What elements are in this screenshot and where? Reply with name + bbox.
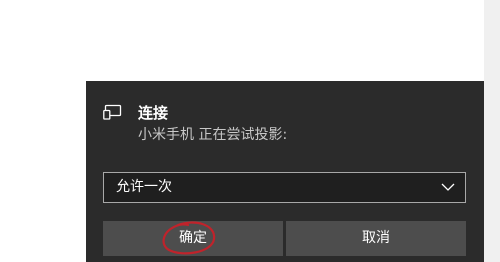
notification-message: 小米手机 正在尝试投影: <box>138 127 288 143</box>
cast-device-icon <box>103 104 122 120</box>
permission-dropdown[interactable]: 允许一次 <box>103 172 466 203</box>
confirm-button[interactable]: 确定 <box>103 221 283 256</box>
cancel-button[interactable]: 取消 <box>286 221 466 256</box>
notification-title: 连接 <box>138 104 169 122</box>
background-strip <box>484 0 500 262</box>
connect-notification: 连接 小米手机 正在尝试投影: 允许一次 确定 取消 <box>86 81 484 262</box>
dropdown-selected-value: 允许一次 <box>116 179 172 195</box>
chevron-down-icon <box>441 183 455 191</box>
screen: 连接 小米手机 正在尝试投影: 允许一次 确定 取消 <box>0 0 500 262</box>
